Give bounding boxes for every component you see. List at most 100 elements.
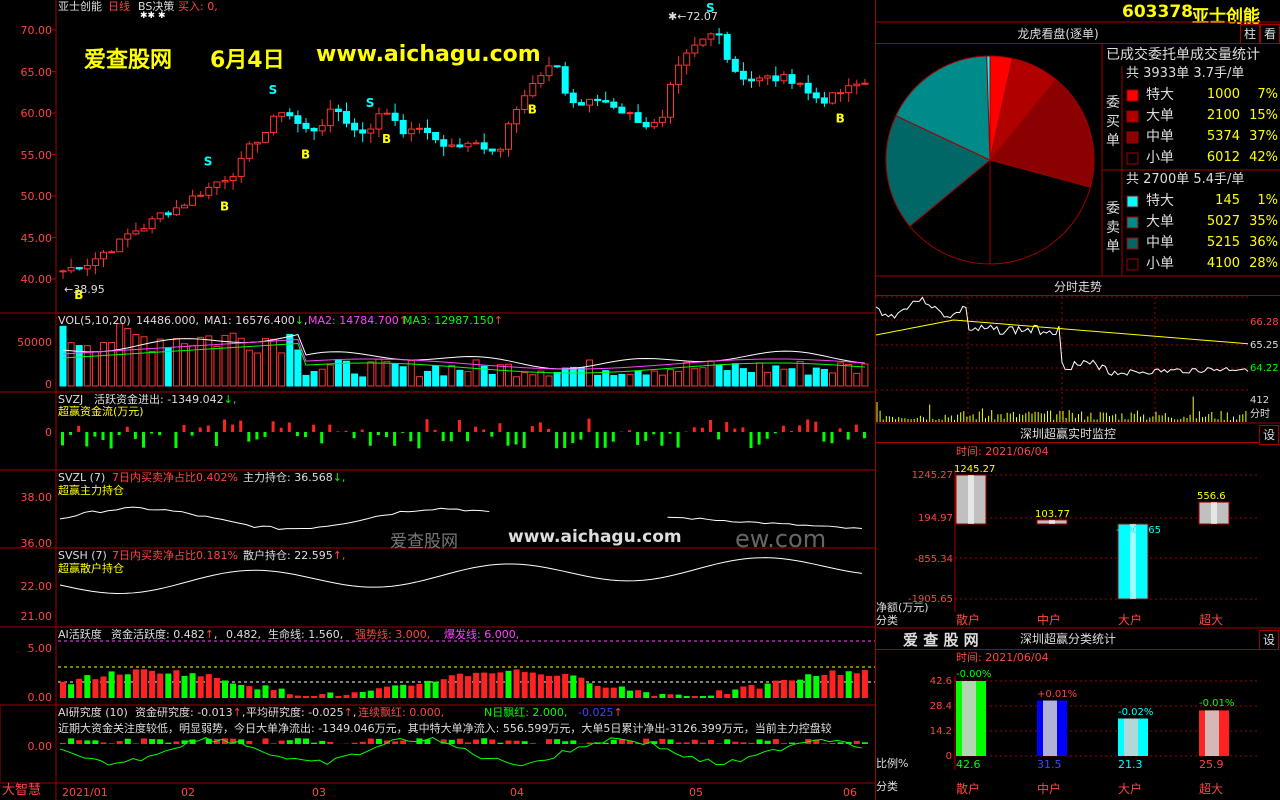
svzj-bar bbox=[555, 432, 559, 449]
mon-value-label: 556.6 bbox=[1197, 491, 1226, 503]
mon-category: 大户 bbox=[1118, 613, 1143, 627]
kline-candle bbox=[780, 74, 788, 82]
buy-row-pct: 37% bbox=[1249, 129, 1278, 144]
ai-act-bar bbox=[780, 679, 787, 698]
vol-tick-top: 50000 bbox=[17, 336, 52, 349]
ai-act-bar bbox=[716, 690, 723, 698]
svzj-bar bbox=[409, 432, 413, 442]
kline-candle bbox=[189, 195, 197, 206]
ai-act-bar bbox=[246, 686, 253, 698]
volume-bar bbox=[658, 374, 666, 387]
signal-s: S bbox=[269, 83, 278, 97]
volume-bar bbox=[253, 352, 261, 387]
volume-bar bbox=[205, 335, 213, 387]
volume-bar bbox=[189, 345, 197, 387]
kline-candle bbox=[367, 128, 375, 134]
ai-act-bar bbox=[659, 693, 666, 698]
svzj-bar bbox=[214, 432, 218, 446]
svzj-bar bbox=[514, 432, 518, 445]
ai-act-bar bbox=[124, 674, 131, 698]
monitor-settings-button[interactable]: 设 bbox=[1259, 425, 1279, 445]
kline-candle bbox=[440, 139, 448, 147]
svzl-tick-2: 36.00 bbox=[20, 537, 53, 550]
kline-candle bbox=[156, 212, 164, 220]
ai-act-bar bbox=[699, 696, 706, 698]
volume-bar bbox=[132, 334, 140, 387]
kline-candle bbox=[318, 125, 326, 132]
kline-candle bbox=[164, 212, 172, 216]
kline-candle bbox=[772, 75, 780, 82]
ai-act-a: 资金活跃度: 0.482↑, bbox=[111, 628, 218, 641]
watermark-date: 6月4日 bbox=[210, 48, 285, 73]
ai-act-bar bbox=[278, 688, 285, 698]
svzj-bar bbox=[69, 432, 73, 435]
ai-act-bar bbox=[359, 691, 366, 698]
svzj-bar bbox=[352, 432, 356, 439]
volume-bar bbox=[197, 336, 205, 387]
date-04: 04 bbox=[510, 786, 524, 799]
sell-side-label: 委卖单 bbox=[1106, 201, 1120, 255]
buy-row-pct: 15% bbox=[1249, 108, 1278, 123]
volume-bar bbox=[529, 374, 537, 387]
kline-candle bbox=[229, 175, 237, 182]
svzj-bar bbox=[304, 432, 307, 437]
volume-bar bbox=[124, 328, 132, 387]
date-05: 05 bbox=[689, 786, 703, 799]
kline-candle bbox=[618, 106, 626, 114]
svzj-bar bbox=[77, 425, 81, 432]
ai-act-bar bbox=[805, 674, 812, 698]
mon-tick-3: -855.34 bbox=[914, 554, 953, 565]
ai-res-bar bbox=[375, 738, 382, 744]
kline-candle bbox=[707, 33, 715, 40]
volume-bar bbox=[164, 347, 172, 387]
ai-res-bar bbox=[68, 738, 75, 744]
ai-act-bar bbox=[100, 676, 107, 698]
ai-act-bar bbox=[554, 675, 561, 698]
svzj-bar bbox=[231, 424, 235, 432]
kline-y-tick: 55.00 bbox=[20, 148, 53, 162]
cls-tick-3: 14.2 bbox=[929, 726, 952, 737]
kline-candle bbox=[496, 148, 504, 152]
fenshi-tick-3: 64.22 bbox=[1250, 363, 1279, 374]
svzj-bar bbox=[660, 432, 664, 446]
svzj-bar bbox=[279, 427, 283, 432]
ai-act-bar bbox=[586, 683, 593, 698]
buy-row-name: 中单 bbox=[1146, 129, 1174, 145]
svzj-bar bbox=[287, 422, 291, 432]
ai-act-bar bbox=[537, 674, 544, 698]
svzj-bar bbox=[385, 432, 388, 438]
svzj-bar bbox=[538, 422, 542, 432]
volume-bar bbox=[748, 371, 755, 387]
kline-candle bbox=[83, 265, 91, 270]
volume-bar bbox=[391, 362, 399, 387]
ai-act-bar bbox=[602, 687, 609, 698]
volume-bar bbox=[399, 366, 407, 387]
btn-kan[interactable]: 看 bbox=[1260, 24, 1280, 44]
kline-candle bbox=[480, 142, 488, 150]
svzj-bar bbox=[401, 432, 405, 433]
ai-res-bar bbox=[327, 741, 334, 744]
date-2021-01: 2021/01 bbox=[62, 786, 108, 799]
ai-res-bar bbox=[740, 742, 747, 744]
cls-category: 散户 bbox=[956, 782, 981, 796]
volume-bar bbox=[221, 334, 229, 387]
watermark-2-faded: ew.com bbox=[735, 525, 827, 553]
svzj-bar bbox=[652, 432, 656, 435]
svzj-bar bbox=[158, 432, 162, 436]
kline-candle bbox=[812, 92, 820, 99]
ai-act-bar bbox=[724, 693, 731, 698]
btn-zhu[interactable]: 柱 bbox=[1240, 24, 1260, 44]
volume-bar bbox=[456, 369, 464, 387]
ai-act-title: AI活跃度 bbox=[58, 628, 102, 641]
kline-candle bbox=[172, 207, 180, 216]
volume-bar bbox=[351, 373, 359, 387]
ai-res-bar bbox=[286, 740, 293, 744]
ai-act-bar bbox=[740, 686, 747, 698]
volume-bar bbox=[521, 372, 529, 387]
classify-settings-button[interactable]: 设 bbox=[1259, 630, 1279, 650]
kline-candle bbox=[553, 65, 561, 68]
svzj-bar bbox=[198, 427, 202, 432]
watermark-url: www.aichagu.com bbox=[316, 42, 541, 67]
ai-act-bar bbox=[683, 696, 690, 698]
ai-act-bar bbox=[173, 670, 180, 698]
